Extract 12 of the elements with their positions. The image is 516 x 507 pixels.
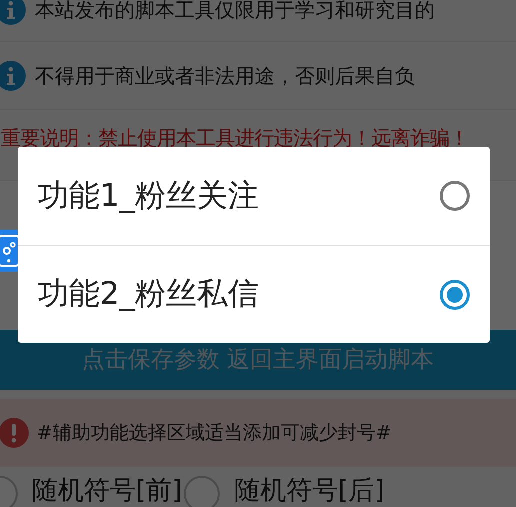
warning-text: 重要说明：禁止使用本工具进行违法行为！远离诈骗！ [1, 126, 469, 150]
choice-item[interactable]: 功能1_粉丝关注 [18, 147, 490, 245]
choice-item[interactable]: 功能2_粉丝私信 [18, 245, 490, 343]
notice-text: 不得用于商业或者非法用途，否则后果自负 [35, 62, 415, 90]
alert-icon [0, 418, 29, 448]
option-label: 随机符号[后] [234, 476, 385, 506]
option-checkbox[interactable] [184, 476, 220, 507]
radio-button[interactable] [440, 181, 470, 211]
radio-button[interactable] [440, 280, 470, 310]
option-label: 随机符号[前] [32, 476, 182, 506]
alert-text: #辅助功能选择区域适当添加可减少封号# [37, 420, 392, 446]
notice-text: 本站发布的脚本工具仅限用于学习和研究目的 [35, 0, 435, 24]
